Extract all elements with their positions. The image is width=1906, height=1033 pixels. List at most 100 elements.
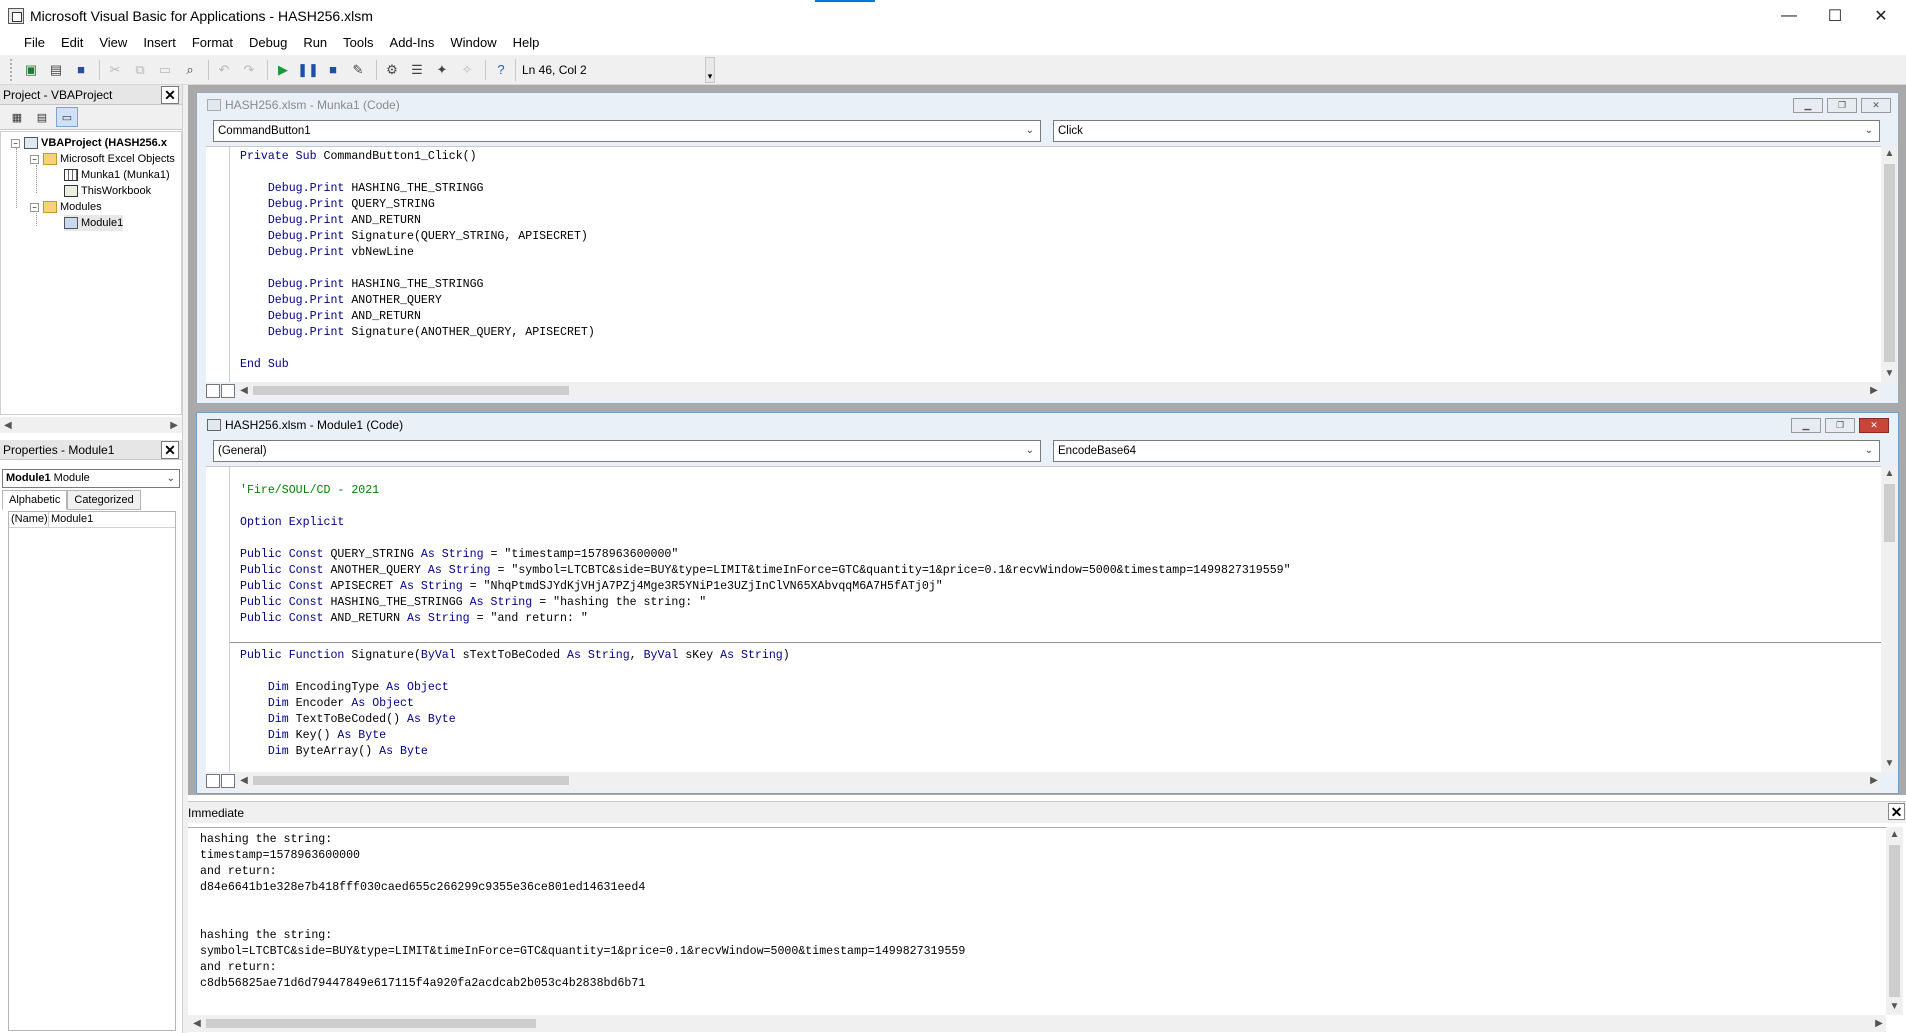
properties-window-icon[interactable]: ☰ [406, 59, 428, 81]
tree-node-excel-objects[interactable]: − Microsoft Excel Objects [30, 151, 175, 167]
code-line[interactable]: Dim Encoder As Object [240, 696, 790, 712]
menu-run[interactable]: Run [295, 32, 335, 54]
object-combo[interactable]: (General) ⌄ [213, 440, 1041, 462]
code-line[interactable]: End Sub [240, 357, 595, 373]
code-window-close[interactable]: ✕ [1859, 418, 1889, 433]
code-line[interactable]: Dim TextToBeCoded() As Byte [240, 712, 790, 728]
collapse-icon[interactable]: − [30, 202, 39, 212]
view-code-icon[interactable]: ▦ [6, 107, 28, 127]
code-line[interactable]: Debug.Print Signature(QUERY_STRING, APIS… [240, 229, 595, 245]
property-value[interactable]: Module1 [49, 512, 93, 527]
chevron-down-icon[interactable]: ⌄ [167, 470, 175, 487]
chevron-down-icon[interactable]: ⌄ [1026, 121, 1034, 141]
full-module-view-icon[interactable] [221, 384, 235, 398]
code-line[interactable]: Dim ByteArray() As Byte [240, 744, 790, 760]
collapse-icon[interactable]: − [11, 138, 20, 148]
run-icon[interactable]: ▶ [272, 59, 294, 81]
code-line[interactable]: Option Explicit [240, 515, 1291, 531]
code-line[interactable]: Public Const AND_RETURN As String = "and… [240, 611, 1291, 627]
code-line[interactable] [240, 165, 595, 181]
code-line[interactable]: Public Const ANOTHER_QUERY As String = "… [240, 563, 1291, 579]
toggle-folders-icon[interactable]: ▭ [56, 107, 78, 127]
copy-icon[interactable]: ⧉ [129, 59, 151, 81]
code-line[interactable]: Debug.Print ANOTHER_QUERY [240, 293, 595, 309]
menu-addins[interactable]: Add-Ins [382, 32, 443, 54]
code-line[interactable]: Public Const QUERY_STRING As String = "t… [240, 547, 1291, 563]
code-line[interactable]: Public Const APISECRET As String = "NhqP… [240, 579, 1291, 595]
reset-icon[interactable]: ■ [322, 59, 344, 81]
find-icon[interactable]: ⌕ [179, 59, 201, 81]
code-line[interactable]: Debug.Print HASHING_THE_STRINGG [240, 181, 595, 197]
procedure-combo[interactable]: Click ⌄ [1053, 120, 1880, 142]
properties-object-combo[interactable]: Module1 Module ⌄ [2, 469, 180, 488]
cut-icon[interactable]: ✂ [104, 59, 126, 81]
tree-node-thisworkbook[interactable]: ThisWorkbook [64, 183, 151, 199]
scroll-up-icon[interactable]: ▲ [1886, 827, 1903, 843]
tree-node-module1[interactable]: Module1 [64, 215, 124, 231]
code-line[interactable]: Dim Key() As Byte [240, 728, 790, 744]
code-line[interactable]: Debug.Print AND_RETURN [240, 309, 595, 325]
property-row-name[interactable]: (Name) Module1 [9, 512, 175, 528]
properties-panel-close[interactable]: ✕ [161, 441, 179, 459]
code-window-minimize[interactable]: ▁ [1793, 98, 1823, 113]
code-line[interactable]: Debug.Print AND_RETURN [240, 213, 595, 229]
immediate-hscroll[interactable]: ◀ ▶ [188, 1015, 1886, 1032]
immediate-window[interactable]: hashing the string: timestamp=15789636000… [188, 827, 1886, 1015]
code-line[interactable]: Debug.Print QUERY_STRING [240, 197, 595, 213]
tab-alphabetic[interactable]: Alphabetic [2, 490, 68, 510]
project-panel-close[interactable]: ✕ [161, 86, 179, 104]
menu-tools[interactable]: Tools [335, 32, 381, 54]
code-line[interactable] [240, 664, 790, 680]
scroll-right-icon[interactable]: ▶ [170, 420, 178, 431]
tab-categorized[interactable]: Categorized [67, 490, 141, 510]
code-window-minimize[interactable]: ▁ [1791, 418, 1821, 433]
redo-icon[interactable]: ↷ [238, 59, 260, 81]
full-module-view-icon[interactable] [221, 774, 235, 788]
scroll-right-icon[interactable]: ▶ [1867, 382, 1881, 399]
scroll-up-icon[interactable]: ▲ [1881, 146, 1898, 162]
code-line[interactable]: Private Sub CommandButton1_Click() [240, 149, 595, 165]
code-line[interactable]: Debug.Print vbNewLine [240, 245, 595, 261]
menu-help[interactable]: Help [505, 32, 548, 54]
margin-indicator-bar[interactable] [206, 467, 230, 772]
scroll-up-icon[interactable]: ▲ [1881, 466, 1898, 482]
toolbox-icon[interactable]: ✧ [456, 59, 478, 81]
scroll-down-icon[interactable]: ▼ [1881, 366, 1898, 382]
scroll-left-icon[interactable]: ◀ [237, 772, 251, 789]
maximize-button[interactable]: ☐ [1812, 0, 1858, 31]
code-text-function[interactable]: Public Function Signature(ByVal sTextToB… [240, 648, 790, 760]
code-line[interactable]: Dim EncodingType As Object [240, 680, 790, 696]
scroll-left-icon[interactable]: ◀ [4, 420, 12, 431]
code-text[interactable]: Private Sub CommandButton1_Click() Debug… [240, 149, 595, 373]
toolbar-grip[interactable] [10, 58, 16, 81]
collapse-icon[interactable]: − [30, 154, 39, 164]
scroll-down-icon[interactable]: ▼ [1886, 999, 1903, 1015]
code-window-munka1[interactable]: HASH256.xlsm - Munka1 (Code) ▁ ❐ ✕ Comma… [196, 92, 1899, 404]
scroll-left-icon[interactable]: ◀ [237, 382, 251, 399]
undo-icon[interactable]: ↶ [213, 59, 235, 81]
minimize-button[interactable]: — [1766, 0, 1812, 31]
scroll-right-icon[interactable]: ▶ [1867, 772, 1881, 789]
project-explorer-icon[interactable]: ⚙ [381, 59, 403, 81]
object-browser-icon[interactable]: ✦ [431, 59, 453, 81]
paste-icon[interactable]: ▭ [154, 59, 176, 81]
margin-indicator-bar[interactable] [206, 147, 230, 382]
code-editor[interactable]: Private Sub CommandButton1_Click() Debug… [206, 146, 1881, 382]
view-object-icon[interactable]: ▤ [31, 107, 53, 127]
code-vscroll[interactable]: ▲ ▼ [1881, 146, 1898, 382]
break-icon[interactable]: ❚❚ [297, 59, 319, 81]
code-hscroll[interactable]: ◀ ▶ [237, 772, 1881, 789]
code-line[interactable]: Debug.Print HASHING_THE_STRINGG [240, 277, 595, 293]
code-hscroll[interactable]: ◀ ▶ [237, 382, 1881, 399]
code-line[interactable]: Public Const HASHING_THE_STRINGG As Stri… [240, 595, 1291, 611]
code-line[interactable] [240, 531, 1291, 547]
code-window-module1[interactable]: HASH256.xlsm - Module1 (Code) ▁ ❐ ✕ (Gen… [196, 412, 1899, 794]
scroll-left-icon[interactable]: ◀ [190, 1015, 204, 1032]
code-window-title-bar[interactable]: HASH256.xlsm - Module1 (Code) [197, 413, 1898, 437]
object-combo[interactable]: CommandButton1 ⌄ [213, 120, 1041, 142]
immediate-vscroll[interactable]: ▲ ▼ [1886, 827, 1903, 1015]
toolbar-options-icon[interactable]: ▾ [705, 56, 715, 83]
close-window-button[interactable]: ✕ [1858, 0, 1904, 31]
code-window-title-bar[interactable]: HASH256.xlsm - Munka1 (Code) [197, 93, 1898, 117]
menu-file[interactable]: File [16, 32, 53, 54]
